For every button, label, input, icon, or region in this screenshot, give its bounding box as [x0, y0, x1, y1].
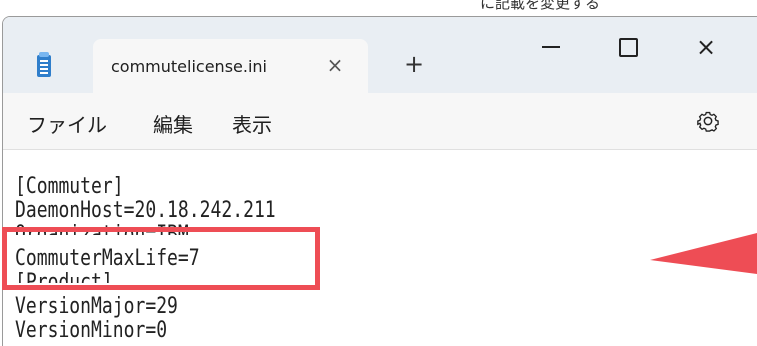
title-bar[interactable]: commutelicense.ini × + ×: [3, 17, 757, 93]
red-arrow-icon: [650, 233, 757, 274]
minimize-icon: [542, 46, 560, 48]
close-button[interactable]: ×: [681, 25, 731, 69]
notepad-window: commutelicense.ini × + × ファイル 編集 表示 [Com…: [2, 16, 757, 346]
maximize-icon: [619, 38, 638, 57]
menu-edit[interactable]: 編集: [153, 109, 193, 138]
tab-commutelicense[interactable]: commutelicense.ini ×: [93, 39, 368, 93]
editor-line[interactable]: VersionMinor=0: [15, 320, 167, 342]
gear-icon[interactable]: [697, 110, 719, 132]
minimize-button[interactable]: [526, 25, 576, 69]
editor-line[interactable]: VersionMajor=29: [15, 296, 178, 318]
top-strip: に記載を変更する: [0, 0, 757, 16]
tab-close-button[interactable]: ×: [323, 52, 347, 78]
menu-file[interactable]: ファイル: [27, 109, 107, 138]
tab-title: commutelicense.ini: [111, 57, 267, 76]
notepad-icon: [37, 52, 51, 77]
editor-line[interactable]: DaemonHost=20.18.242.211: [15, 200, 276, 222]
highlight-box: [2, 227, 320, 290]
top-caption: に記載を変更する: [480, 0, 601, 12]
new-tab-button[interactable]: +: [401, 51, 427, 77]
editor-line[interactable]: [Commuter]: [15, 176, 124, 198]
maximize-button[interactable]: [603, 25, 653, 69]
menu-bar: ファイル 編集 表示: [3, 93, 757, 150]
menu-view[interactable]: 表示: [232, 109, 272, 138]
